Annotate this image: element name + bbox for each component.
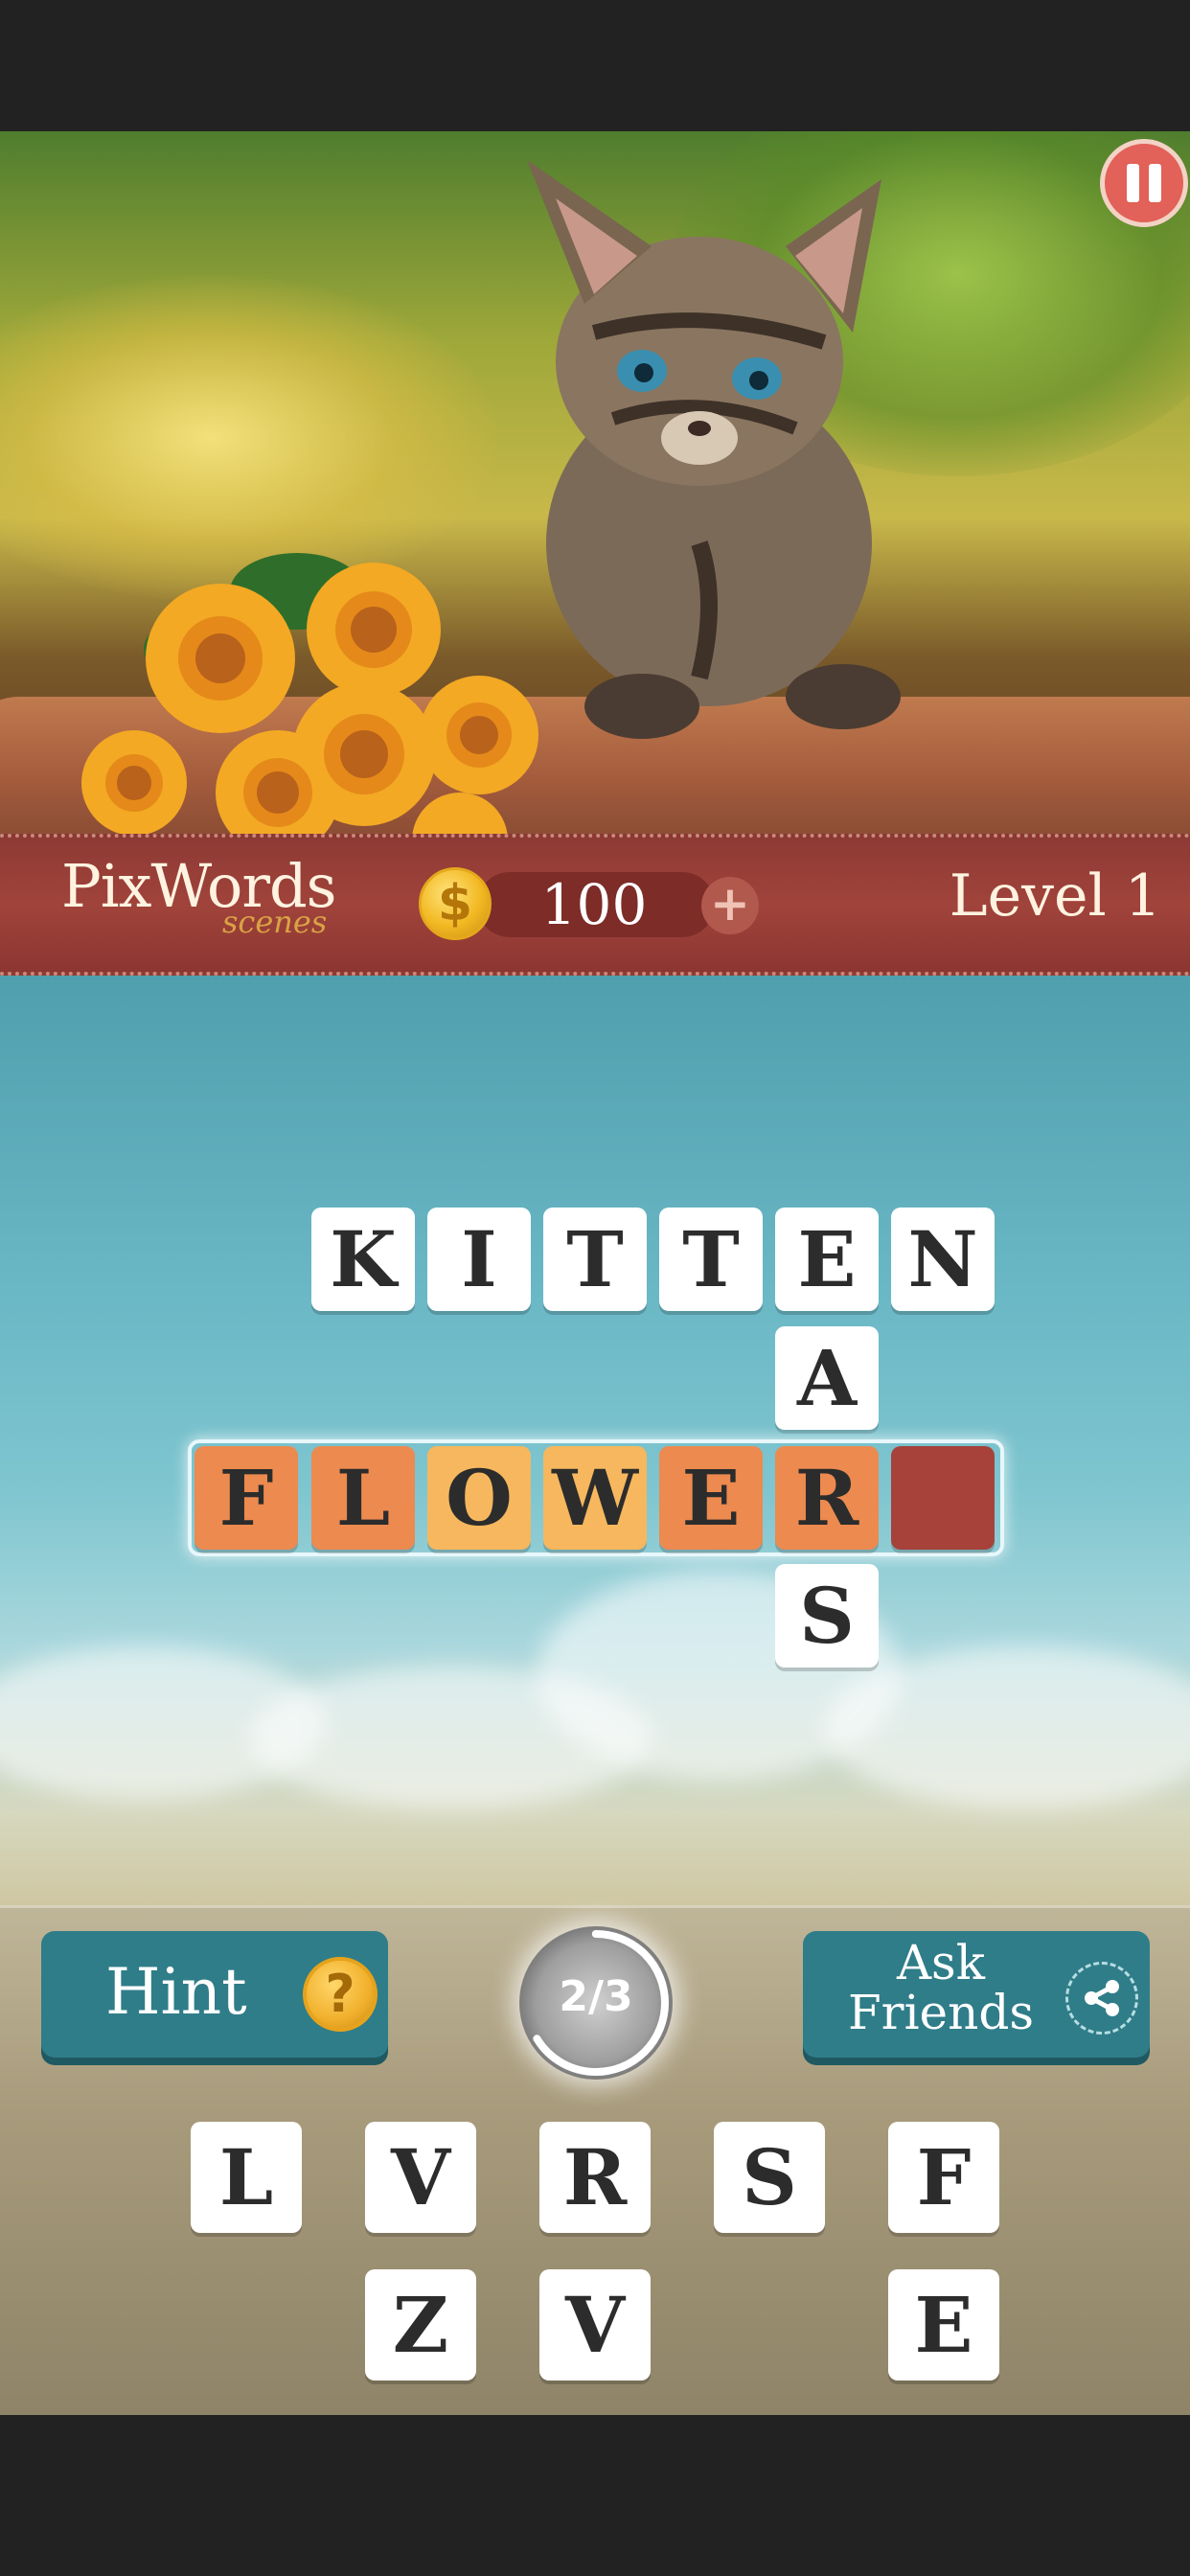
letter-key[interactable]: R [539, 2122, 651, 2233]
letter-key[interactable]: F [888, 2122, 999, 2233]
cloud [824, 1646, 1190, 1809]
letter-key[interactable]: Z [365, 2269, 476, 2380]
active-word-tile[interactable]: L [311, 1446, 415, 1550]
letter-key[interactable]: S [714, 2122, 825, 2233]
grid-tile: T [543, 1208, 647, 1311]
grid-tile: N [891, 1208, 995, 1311]
add-coins-button[interactable]: + [701, 877, 759, 934]
scene-image [0, 131, 1190, 834]
active-word-tile[interactable]: F [195, 1446, 298, 1550]
pause-button[interactable] [1100, 139, 1188, 227]
grid-tile: K [311, 1208, 415, 1311]
bottom-bar-area [0, 2415, 1190, 2576]
active-word-tile[interactable]: W [543, 1446, 647, 1550]
grid-tile: T [659, 1208, 763, 1311]
grid-tile: I [427, 1208, 531, 1311]
active-word-tile[interactable]: R [775, 1446, 879, 1550]
letter-key[interactable]: E [888, 2269, 999, 2380]
letter-key[interactable]: V [365, 2122, 476, 2233]
flowers-illustration [81, 553, 538, 834]
question-icon: ? [303, 1957, 378, 2032]
coin-count: 100 [540, 872, 648, 937]
letter-key[interactable]: L [191, 2122, 302, 2233]
level-label: Level 1 [949, 862, 1161, 930]
coin-icon: $ [419, 867, 492, 940]
active-word-tile[interactable]: E [659, 1446, 763, 1550]
grid-tile: A [775, 1326, 879, 1430]
hint-label: Hint [105, 1955, 247, 2029]
app-logo-subtitle: scenes [222, 904, 328, 940]
progress-text: 2/3 [559, 1972, 633, 2021]
letter-key[interactable]: V [539, 2269, 651, 2380]
share-icon [1065, 1962, 1138, 2035]
ask-friends-label: Ask Friends [847, 1935, 1035, 2040]
empty-tile[interactable] [891, 1446, 995, 1550]
pause-icon [1127, 164, 1139, 202]
active-word-tile[interactable]: O [427, 1446, 531, 1550]
grid-tile: S [775, 1564, 879, 1668]
grid-tile: E [775, 1208, 879, 1311]
status-bar-area [0, 0, 1190, 131]
